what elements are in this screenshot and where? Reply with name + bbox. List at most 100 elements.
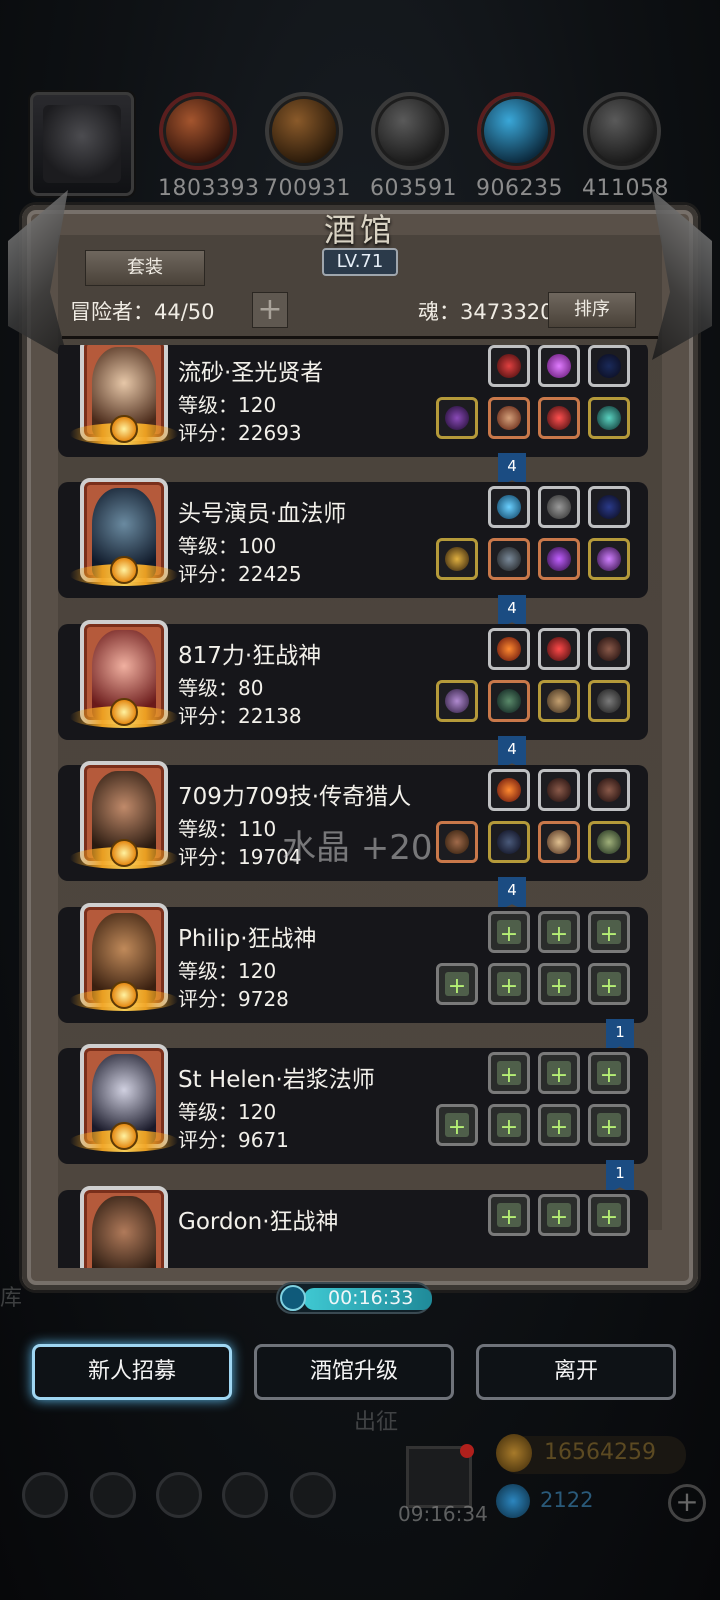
hero-card[interactable]: 流砂·圣光贤者 等级：120 评分：22693 xyxy=(58,345,648,457)
rank-ribbon: 4 xyxy=(498,877,526,911)
feather-icon[interactable] xyxy=(588,628,630,670)
scroll-icon[interactable] xyxy=(538,680,580,722)
empty-slot-icon[interactable] xyxy=(588,1194,630,1236)
hero-level: 等级：110 xyxy=(178,817,277,841)
hero-score: 评分：22425 xyxy=(178,562,302,586)
hero-score: 评分：9728 xyxy=(178,987,289,1011)
empty-slot-icon[interactable] xyxy=(588,911,630,953)
hero-level: 等级：120 xyxy=(178,959,277,983)
empty-slot-icon[interactable] xyxy=(488,1052,530,1094)
staff-icon[interactable] xyxy=(436,397,478,439)
empty-slot-icon[interactable] xyxy=(538,1104,580,1146)
empty-slot-icon[interactable] xyxy=(588,963,630,1005)
tavern-level-badge: LV.71 xyxy=(322,248,398,276)
medal-icon xyxy=(110,1122,138,1150)
add-slot-button[interactable]: + xyxy=(252,292,288,328)
ring-icon[interactable] xyxy=(588,538,630,580)
medal-icon xyxy=(110,698,138,726)
hero-list[interactable]: 流砂·圣光贤者 等级：120 评分：22693 4 头号演员·血法师 等级：10… xyxy=(58,345,658,1268)
amulet-icon[interactable] xyxy=(538,538,580,580)
timer-text: 00:16:33 xyxy=(328,1287,414,1309)
reward-float-text: 水晶 +20 xyxy=(282,828,433,868)
mace-icon[interactable] xyxy=(436,538,478,580)
empty-slot-icon[interactable] xyxy=(588,1052,630,1094)
empty-slot-icon[interactable] xyxy=(488,963,530,1005)
necklace-icon[interactable] xyxy=(488,345,530,387)
axe-icon[interactable] xyxy=(436,680,478,722)
fire-gem-icon[interactable] xyxy=(488,628,530,670)
empty-slot-icon[interactable] xyxy=(538,1052,580,1094)
hero-level: 等级：120 xyxy=(178,1100,277,1124)
empty-slot-icon[interactable] xyxy=(538,911,580,953)
rank-ribbon: 1 xyxy=(606,1160,634,1194)
hero-name: 流砂·圣光贤者 xyxy=(178,360,324,386)
player-avatar[interactable] xyxy=(30,92,134,196)
ring-icon[interactable] xyxy=(588,397,630,439)
rifle-icon[interactable] xyxy=(436,821,478,863)
shield-icon[interactable] xyxy=(588,821,630,863)
empty-slot-icon[interactable] xyxy=(488,1194,530,1236)
mask-icon[interactable] xyxy=(538,486,580,528)
gem-value: 2122 xyxy=(540,1488,594,1512)
resource-crystal: 906235 xyxy=(476,92,562,201)
menu-icon[interactable] xyxy=(290,1472,336,1518)
pendant-icon[interactable] xyxy=(588,486,630,528)
stone-icon xyxy=(371,92,449,170)
medal-icon xyxy=(110,839,138,867)
empty-slot-icon[interactable] xyxy=(588,1104,630,1146)
ruby-icon[interactable] xyxy=(538,628,580,670)
armor-icon[interactable] xyxy=(488,680,530,722)
hero-score: 评分：22693 xyxy=(178,421,302,445)
orb-icon[interactable] xyxy=(488,486,530,528)
set-button[interactable]: 套装 xyxy=(85,250,205,286)
resource-wood: 700931 xyxy=(264,92,351,201)
hero-card[interactable]: St Helen·岩浆法师 等级：120 评分：9671 xyxy=(58,1044,648,1164)
add-currency-button[interactable]: + xyxy=(668,1484,706,1522)
empty-slot-icon[interactable] xyxy=(538,1194,580,1236)
menu-icon[interactable] xyxy=(222,1472,268,1518)
bow-icon[interactable] xyxy=(588,345,630,387)
empty-slot-icon[interactable] xyxy=(436,1104,478,1146)
armor-icon[interactable] xyxy=(488,821,530,863)
hero-name: 709力709技·传奇猎人 xyxy=(178,784,412,810)
empty-slot-icon[interactable] xyxy=(488,911,530,953)
wood-icon xyxy=(265,92,343,170)
hero-card[interactable]: 头号演员·血法师 等级：100 评分：22425 xyxy=(58,478,648,598)
feather-icon[interactable] xyxy=(588,769,630,811)
gold-coin-icon xyxy=(496,1434,532,1472)
hero-card[interactable]: Gordon·狂战神 xyxy=(58,1186,648,1268)
iron-icon xyxy=(583,92,661,170)
tavern-upgrade-button[interactable]: 酒馆升级 xyxy=(254,1344,454,1400)
armor-icon[interactable] xyxy=(488,397,530,439)
empty-slot-icon[interactable] xyxy=(538,963,580,1005)
recruit-button[interactable]: 新人招募 xyxy=(32,1344,232,1400)
sort-button[interactable]: 排序 xyxy=(548,292,636,328)
gem-icon[interactable] xyxy=(538,345,580,387)
feather-icon[interactable] xyxy=(538,769,580,811)
hero-name: 头号演员·血法师 xyxy=(178,501,347,527)
resource-value: 700931 xyxy=(264,176,351,201)
hero-name: 817力·狂战神 xyxy=(178,643,322,669)
leave-button[interactable]: 离开 xyxy=(476,1344,676,1400)
menu-icon[interactable] xyxy=(90,1472,136,1518)
hero-level: 等级：80 xyxy=(178,676,264,700)
amulet-icon[interactable] xyxy=(538,397,580,439)
belt-icon[interactable] xyxy=(588,680,630,722)
hero-level: 等级：120 xyxy=(178,393,277,417)
helmet-icon[interactable] xyxy=(538,821,580,863)
hero-card[interactable]: 817力·狂战神 等级：80 评分：22138 xyxy=(58,620,648,740)
empty-slot-icon[interactable] xyxy=(436,963,478,1005)
hero-card[interactable]: Philip·狂战神 等级：120 评分：9728 xyxy=(58,903,648,1023)
menu-icon[interactable] xyxy=(22,1472,68,1518)
bg-clock: 09:16:34 xyxy=(398,1502,488,1526)
empty-slot-icon[interactable] xyxy=(488,1104,530,1146)
armor-icon[interactable] xyxy=(488,538,530,580)
crystal-icon xyxy=(477,92,555,170)
panel-title: 酒馆 xyxy=(323,211,396,249)
divider xyxy=(62,336,658,339)
gold-value: 16564259 xyxy=(544,1440,656,1465)
avatar-face xyxy=(43,105,121,183)
resource-stone: 603591 xyxy=(370,92,456,201)
fire-gem-icon[interactable] xyxy=(488,769,530,811)
menu-icon[interactable] xyxy=(156,1472,202,1518)
